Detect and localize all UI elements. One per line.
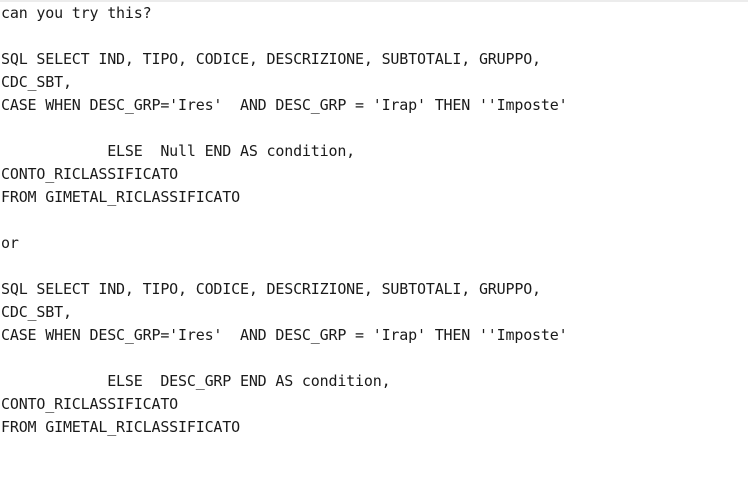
- query-2-case-line: CASE WHEN DESC_GRP='Ires' AND DESC_GRP =…: [1, 326, 568, 344]
- query-1-else-line: ELSE Null END AS condition,: [1, 142, 356, 160]
- query-1-from-line: FROM GIMETAL_RICLASSIFICATO: [1, 188, 240, 206]
- separator-or-line: or: [1, 234, 19, 252]
- query-1-select-continuation-line: CDC_SBT,: [1, 73, 72, 91]
- query-1-column-line: CONTO_RICLASSIFICATO: [1, 165, 179, 183]
- query-1-select-line: SQL SELECT IND, TIPO, CODICE, DESCRIZION…: [1, 50, 541, 68]
- page-root: can you try this? SQL SELECT IND, TIPO, …: [0, 0, 748, 503]
- prompt-line: can you try this?: [1, 4, 152, 22]
- query-2-column-line: CONTO_RICLASSIFICATO: [1, 395, 179, 413]
- text-body: can you try this? SQL SELECT IND, TIPO, …: [1, 2, 747, 439]
- query-2-select-line: SQL SELECT IND, TIPO, CODICE, DESCRIZION…: [1, 280, 541, 298]
- query-2-select-continuation-line: CDC_SBT,: [1, 303, 72, 321]
- query-2-else-line: ELSE DESC_GRP END AS condition,: [1, 372, 391, 390]
- query-1-case-line: CASE WHEN DESC_GRP='Ires' AND DESC_GRP =…: [1, 96, 568, 114]
- query-2-from-line: FROM GIMETAL_RICLASSIFICATO: [1, 418, 240, 436]
